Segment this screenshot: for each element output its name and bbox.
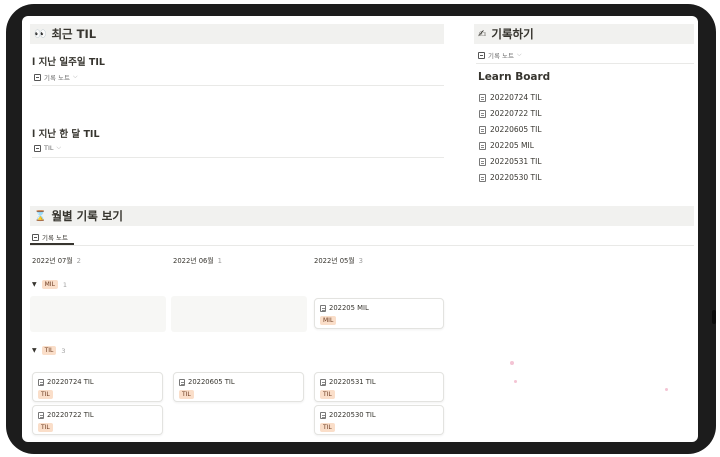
last-week-view-tab[interactable]: 기록 노트 ⌵ — [34, 72, 78, 82]
chevron-down-icon: ⌵ — [56, 144, 62, 151]
monthly-header: ⌛ 월별 기록 보기 — [30, 206, 694, 226]
card-title: 202205 MIL — [329, 304, 369, 312]
learn-board-item[interactable]: 20220722 TIL — [479, 109, 542, 118]
card-title: 20220531 TIL — [329, 378, 376, 386]
board-card[interactable]: 20220531 TIL TIL — [314, 372, 444, 402]
table-view-icon — [34, 73, 41, 81]
page-icon — [479, 141, 486, 150]
learn-board-item[interactable]: 20220605 TIL — [479, 125, 542, 134]
page-icon — [179, 378, 185, 386]
page-icon — [38, 411, 44, 419]
group-header-til[interactable]: ▼ TIL 3 — [32, 346, 66, 355]
recent-til-title: 최근 TIL — [51, 27, 97, 41]
group-header-mil[interactable]: ▼ MIL 1 — [32, 280, 67, 289]
list-view-icon — [478, 51, 485, 59]
page-icon — [479, 93, 486, 102]
decorative-dot — [514, 380, 517, 383]
chevron-down-icon: ⌵ — [517, 51, 522, 58]
last-month-title: l 지난 한 달 TIL — [32, 129, 100, 140]
card-tag: MIL — [320, 316, 337, 325]
page-icon — [479, 157, 486, 166]
decorative-dot — [665, 388, 668, 391]
card-title: 20220530 TIL — [329, 411, 376, 419]
page-icon — [320, 378, 326, 386]
card-tag: TIL — [179, 390, 194, 399]
page-icon — [38, 378, 44, 386]
monthly-view-label: 기록 노트 — [42, 234, 68, 242]
empty-cell — [30, 296, 166, 332]
learn-board-title: Learn Board — [478, 71, 551, 83]
divider — [476, 63, 694, 64]
group-count: 1 — [62, 280, 68, 289]
group-count: 3 — [61, 346, 66, 355]
device-side-button — [712, 310, 716, 324]
column-header-july: 2022년 07월 2 — [32, 257, 81, 265]
write-view-label: 기록 노트 — [488, 52, 514, 60]
empty-cell — [171, 296, 307, 332]
card-title: 20220724 TIL — [47, 378, 94, 386]
card-tag: TIL — [38, 423, 53, 432]
learn-board-item[interactable]: 20220724 TIL — [479, 93, 542, 102]
board-card[interactable]: 202205 MIL MIL — [314, 298, 444, 329]
column-header-june: 2022년 06월 1 — [173, 257, 222, 265]
card-tag: TIL — [320, 390, 335, 399]
chevron-down-icon: ⌵ — [73, 73, 78, 80]
card-tag: TIL — [320, 423, 335, 432]
hourglass-icon: ⌛ — [34, 210, 47, 222]
notion-page: 👀 최근 TIL l 지난 일주일 TIL 기록 노트 ⌵ l 지난 한 달 T… — [22, 16, 698, 442]
divider — [30, 245, 694, 246]
divider — [32, 157, 444, 158]
board-card[interactable]: 20220605 TIL TIL — [173, 372, 304, 402]
learn-board-item[interactable]: 20220530 TIL — [479, 173, 542, 182]
monthly-title: 월별 기록 보기 — [51, 209, 123, 223]
page-icon — [479, 109, 486, 118]
writing-hand-icon: ✍ — [478, 28, 487, 40]
toggle-triangle-icon[interactable]: ▼ — [32, 347, 37, 354]
write-title: 기록하기 — [491, 27, 534, 41]
decorative-dot — [510, 361, 514, 365]
board-card[interactable]: 20220530 TIL TIL — [314, 405, 444, 435]
recent-til-header: 👀 최근 TIL — [30, 24, 444, 44]
page-icon — [479, 173, 486, 182]
learn-board-item[interactable]: 202205 MIL — [479, 141, 534, 150]
write-view-tab[interactable]: 기록 노트 ⌵ — [478, 50, 522, 60]
last-month-view-label: TIL — [44, 144, 54, 152]
last-week-view-label: 기록 노트 — [44, 74, 70, 82]
card-title: 20220722 TIL — [47, 411, 94, 419]
monthly-view-tab[interactable]: 기록 노트 — [32, 232, 68, 242]
write-header: ✍ 기록하기 — [474, 24, 694, 44]
toggle-triangle-icon[interactable]: ▼ — [32, 281, 37, 288]
eyes-icon: 👀 — [34, 28, 47, 40]
column-header-may: 2022년 05월 3 — [314, 257, 363, 265]
board-card[interactable]: 20220724 TIL TIL — [32, 372, 163, 402]
group-tag: MIL — [41, 280, 58, 289]
divider — [32, 85, 444, 86]
group-tag: TIL — [41, 346, 57, 355]
board-view-icon — [32, 233, 39, 241]
page-icon — [479, 125, 486, 134]
last-month-view-tab[interactable]: TIL ⌵ — [34, 144, 61, 152]
learn-board-item[interactable]: 20220531 TIL — [479, 157, 542, 166]
board-card[interactable]: 20220722 TIL TIL — [32, 405, 163, 435]
card-tag: TIL — [38, 390, 53, 399]
page-icon — [320, 304, 326, 312]
card-title: 20220605 TIL — [188, 378, 235, 386]
list-view-icon — [34, 144, 41, 152]
last-week-title: l 지난 일주일 TIL — [32, 57, 105, 68]
page-icon — [320, 411, 326, 419]
